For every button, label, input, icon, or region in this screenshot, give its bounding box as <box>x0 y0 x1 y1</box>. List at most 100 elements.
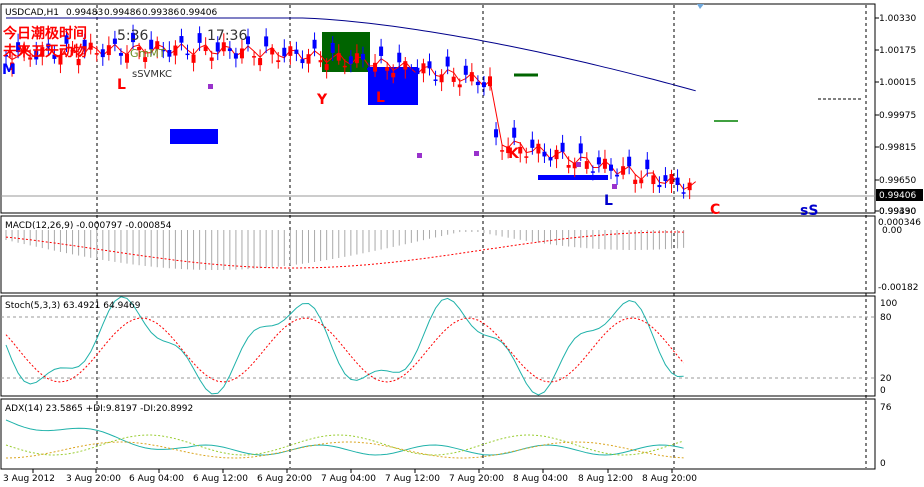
candle-body <box>179 36 184 43</box>
blue-zone <box>170 129 218 144</box>
marker-m: M <box>2 62 16 78</box>
candle-body <box>258 58 263 66</box>
ohlc-o: 0.99483 <box>66 8 103 18</box>
candle-body <box>348 56 353 64</box>
marker-y: Y <box>316 92 328 108</box>
candle-body <box>421 63 426 74</box>
signal-square <box>474 151 479 156</box>
candle-body <box>627 156 632 167</box>
macd-title: MACD(12,26,9) -0.000797 -0.000854 <box>5 221 172 231</box>
candle-body <box>651 175 656 185</box>
blue-bar <box>538 175 608 180</box>
stoch-panel[interactable] <box>0 295 876 397</box>
signal-square <box>208 84 213 89</box>
signal-square <box>576 162 581 167</box>
candle-body <box>524 156 529 158</box>
candle-body <box>621 166 626 175</box>
candle-body <box>433 79 438 81</box>
candle-body <box>645 159 650 170</box>
candle-body <box>173 45 178 56</box>
candle-body <box>312 39 317 49</box>
stoch-tick-20: 20 <box>880 374 892 384</box>
marker-ss: sS <box>800 203 818 219</box>
candle-body <box>475 81 480 86</box>
time-tick-label: 6 Aug 20:00 <box>257 474 312 483</box>
adx-title: ADX(14) 23.5865 +DI:9.8197 -DI:20.8992 <box>5 404 193 414</box>
overlay-time2: 17:36 <box>207 28 247 44</box>
time-tick-label: 3 Aug 2012 <box>3 474 55 483</box>
candle-body <box>481 82 486 88</box>
candle-body <box>270 48 275 55</box>
candle-body <box>336 53 341 61</box>
candle-body <box>687 182 692 191</box>
time-tick-label: 7 Aug 20:00 <box>449 474 504 483</box>
candle-body <box>360 53 365 60</box>
time-tick-label: 3 Aug 20:00 <box>66 474 121 483</box>
candle-body <box>118 52 123 56</box>
candle-body <box>106 45 111 56</box>
candle-body <box>560 142 565 152</box>
candle-body <box>367 67 371 71</box>
candle-body <box>578 143 583 154</box>
stoch-title: Stoch(5,3,3) 63.4921 64.9469 <box>5 301 141 311</box>
candle-body <box>88 42 93 50</box>
candle-body <box>191 54 196 63</box>
candle-body <box>125 53 129 63</box>
time-tick-label: 7 Aug 12:00 <box>385 474 440 483</box>
candle-body <box>318 60 323 63</box>
signal-square <box>417 153 422 158</box>
candle-body <box>100 49 105 58</box>
marker-l: L <box>117 77 126 93</box>
time-tick-label: 6 Aug 04:00 <box>129 474 184 483</box>
overlay-green-label: GmMT <box>130 47 166 60</box>
price-tick-label: 0.99815 <box>879 143 916 153</box>
candle-body <box>469 72 474 82</box>
candle-body <box>451 76 456 82</box>
candle-body <box>276 60 281 63</box>
candle-body <box>633 179 638 184</box>
time-tick-label: 6 Aug 12:00 <box>193 474 248 483</box>
candle-body <box>409 72 414 75</box>
marker-k: K <box>508 146 520 162</box>
candle-body <box>209 57 214 61</box>
candle-body <box>439 74 444 83</box>
price-tick-label: 1.00015 <box>879 78 916 88</box>
candle-body <box>512 127 517 138</box>
time-tick-label: 7 Aug 04:00 <box>321 474 376 483</box>
candle-body <box>300 59 305 64</box>
adx-tick-0: 0 <box>880 459 886 469</box>
candle-body <box>379 46 384 56</box>
candle-body <box>415 67 420 75</box>
candle-body <box>391 72 396 78</box>
time-tick-label: 8 Aug 12:00 <box>578 474 633 483</box>
chart-canvas[interactable]: MLY LKLC sS 今日潮极时间 未来五天动物 5:36 17:36 GmMT … <box>0 0 924 484</box>
marker-l: L <box>376 90 385 106</box>
price-tick-label: 0.99650 <box>879 176 916 186</box>
candle-body <box>488 76 492 87</box>
candle-body <box>530 139 535 148</box>
candle-body <box>233 53 238 59</box>
candle-body <box>288 46 293 56</box>
candle-body <box>596 157 601 165</box>
macd-tick-zero: 0.00 <box>882 226 902 236</box>
candle-body <box>354 53 359 64</box>
candle-body <box>282 47 287 57</box>
stoch-tick-100: 100 <box>880 299 897 309</box>
price-tick-label: 0.99330 <box>879 207 916 217</box>
candle-body <box>185 53 190 56</box>
price-axis: 1.00330 1.00175 1.00015 0.99975 0.99815 0.996… <box>875 14 916 217</box>
candle-body <box>494 129 499 138</box>
candle-body <box>681 192 686 194</box>
candle-body <box>445 56 450 67</box>
candle-body <box>167 50 172 57</box>
candle-body <box>675 177 680 186</box>
candle-body <box>639 179 644 184</box>
candle-body <box>203 46 208 52</box>
candle-body <box>306 54 311 64</box>
candle-body <box>264 36 269 47</box>
marker-l: L <box>604 193 613 209</box>
candle-body <box>227 48 232 52</box>
overlay-sub-label: sSVMKC <box>132 69 172 80</box>
candle-body <box>294 49 299 54</box>
macd-tick-bottom: -0.00182 <box>878 283 918 293</box>
